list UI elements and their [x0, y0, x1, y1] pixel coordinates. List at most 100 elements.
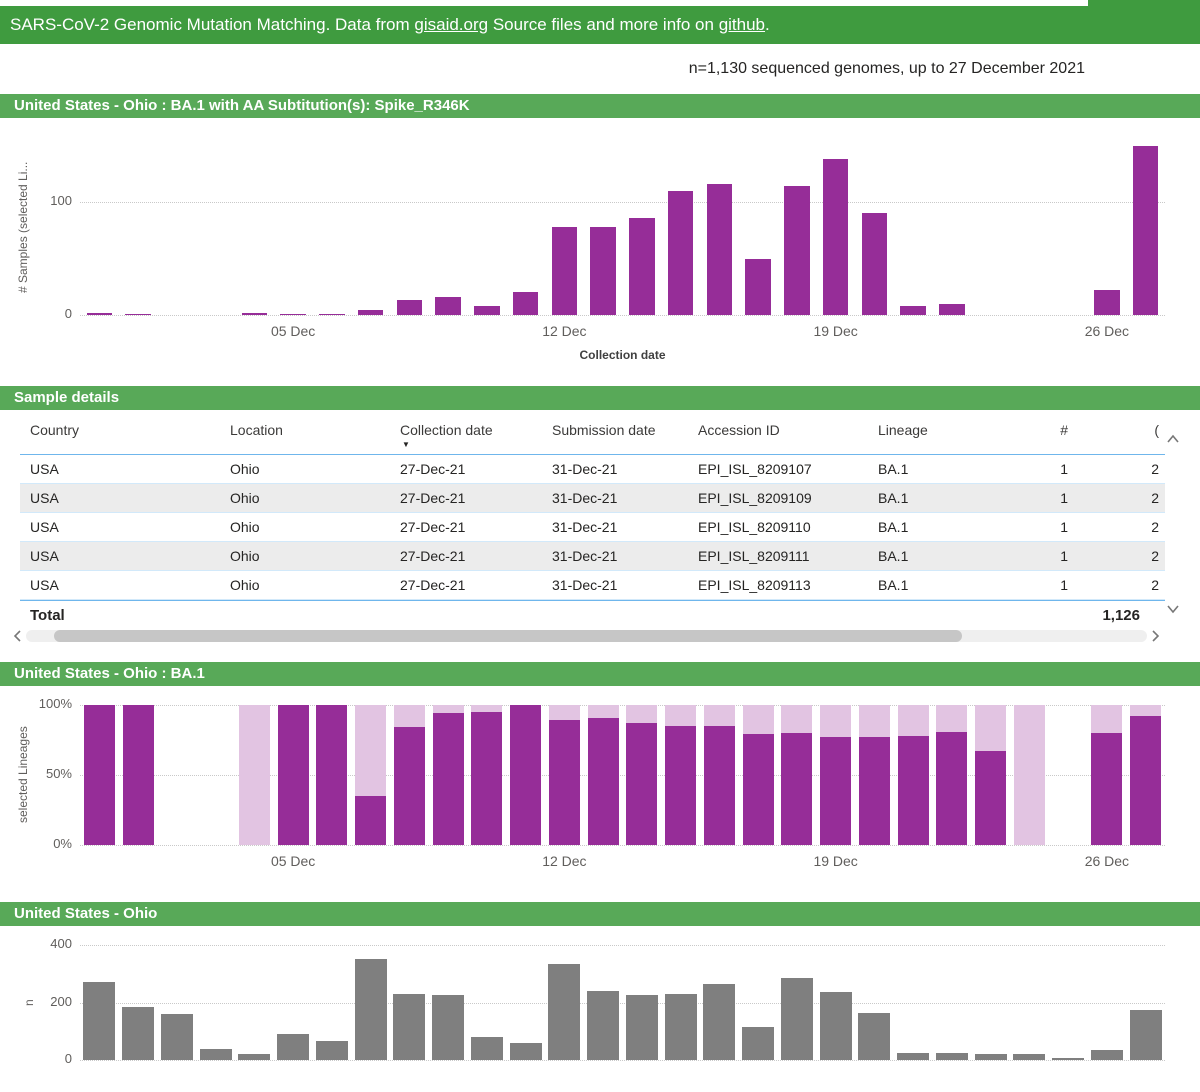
- bar[interactable]: [160, 1014, 193, 1060]
- bar[interactable]: [974, 1054, 1007, 1060]
- bar[interactable]: [897, 1052, 929, 1060]
- bar-other[interactable]: [858, 705, 890, 738]
- bar[interactable]: [1094, 290, 1120, 315]
- bar[interactable]: [745, 258, 771, 315]
- table-row[interactable]: USA Ohio 27-Dec-21 31-Dec-21 EPI_ISL_8209113…: [20, 571, 1165, 600]
- bar[interactable]: [548, 963, 581, 1060]
- bar-selected[interactable]: [587, 717, 619, 845]
- column-header-collection-date[interactable]: Collection date ▼: [400, 418, 552, 454]
- column-header-location[interactable]: Location: [230, 418, 400, 454]
- bar[interactable]: [319, 313, 345, 315]
- bar-selected[interactable]: [316, 705, 348, 845]
- bar[interactable]: [939, 303, 965, 315]
- bar[interactable]: [590, 226, 616, 315]
- bar[interactable]: [83, 982, 116, 1060]
- bar-other[interactable]: [703, 705, 735, 726]
- bar-other[interactable]: [1013, 705, 1045, 845]
- bar-other[interactable]: [626, 705, 658, 724]
- bar-other[interactable]: [897, 705, 929, 736]
- column-header-country[interactable]: Country: [30, 418, 230, 454]
- column-header-lineage[interactable]: Lineage: [878, 418, 1000, 454]
- bar[interactable]: [625, 995, 658, 1060]
- bar[interactable]: [199, 1048, 232, 1060]
- bar[interactable]: [1013, 1054, 1046, 1060]
- bar[interactable]: [509, 1042, 542, 1060]
- bar-other[interactable]: [238, 705, 270, 845]
- scroll-right-icon[interactable]: [1147, 629, 1165, 643]
- bar-other[interactable]: [355, 705, 387, 796]
- bar-selected[interactable]: [510, 705, 542, 845]
- bar-selected[interactable]: [471, 712, 503, 845]
- bar[interactable]: [861, 213, 888, 315]
- bar[interactable]: [664, 993, 697, 1060]
- bar-other[interactable]: [820, 705, 852, 738]
- bar[interactable]: [86, 312, 113, 315]
- bar-selected[interactable]: [742, 734, 774, 845]
- bar-other[interactable]: [587, 705, 619, 718]
- bar[interactable]: [470, 1037, 503, 1060]
- bar-selected[interactable]: [703, 726, 735, 845]
- bar-other[interactable]: [393, 705, 425, 728]
- column-header-col[interactable]: (: [1068, 418, 1165, 454]
- bar[interactable]: [125, 313, 151, 315]
- github-link[interactable]: github: [719, 15, 765, 35]
- bar-other[interactable]: [781, 705, 813, 733]
- bar-selected[interactable]: [355, 796, 387, 845]
- bar[interactable]: [512, 292, 539, 315]
- scroll-up-icon[interactable]: [1166, 432, 1184, 446]
- bar-other[interactable]: [1130, 705, 1162, 717]
- column-header-submission-date[interactable]: Submission date: [552, 418, 698, 454]
- bar-selected[interactable]: [1130, 716, 1162, 845]
- bar[interactable]: [238, 1054, 271, 1060]
- column-header-col[interactable]: #: [1000, 418, 1068, 454]
- bar-other[interactable]: [936, 705, 968, 732]
- bar[interactable]: [900, 305, 926, 315]
- bar-selected[interactable]: [432, 713, 464, 845]
- scroll-down-icon[interactable]: [1166, 602, 1184, 616]
- gisaid-link[interactable]: gisaid.org: [414, 15, 488, 35]
- bar[interactable]: [435, 296, 461, 315]
- bar[interactable]: [858, 1012, 891, 1060]
- bar[interactable]: [1132, 145, 1159, 315]
- bar[interactable]: [393, 993, 426, 1060]
- bar-selected[interactable]: [626, 723, 658, 845]
- bar[interactable]: [241, 312, 268, 315]
- column-header-accession-id[interactable]: Accession ID: [698, 418, 878, 454]
- bar-other[interactable]: [975, 705, 1007, 752]
- bar[interactable]: [629, 217, 655, 315]
- bar-selected[interactable]: [936, 731, 968, 845]
- bar-selected[interactable]: [975, 751, 1007, 845]
- table-row[interactable]: USA Ohio 27-Dec-21 31-Dec-21 EPI_ISL_8209110…: [20, 513, 1165, 542]
- bar[interactable]: [432, 995, 464, 1060]
- table-row[interactable]: USA Ohio 27-Dec-21 31-Dec-21 EPI_ISL_8209111…: [20, 542, 1165, 571]
- bar[interactable]: [551, 226, 578, 315]
- bar[interactable]: [277, 1034, 309, 1060]
- bar-selected[interactable]: [858, 737, 890, 845]
- bar-other[interactable]: [471, 705, 503, 712]
- bar-other[interactable]: [665, 705, 697, 726]
- bar[interactable]: [587, 991, 619, 1060]
- bar[interactable]: [1129, 1009, 1162, 1060]
- table-row[interactable]: USA Ohio 27-Dec-21 31-Dec-21 EPI_ISL_8209109…: [20, 484, 1165, 513]
- bar-selected[interactable]: [83, 705, 115, 845]
- bar-selected[interactable]: [665, 726, 697, 845]
- bar-other[interactable]: [432, 705, 464, 714]
- bar-selected[interactable]: [897, 735, 929, 845]
- bar-other[interactable]: [742, 705, 774, 735]
- bar-selected[interactable]: [548, 720, 580, 845]
- bar[interactable]: [1090, 1049, 1123, 1060]
- bar[interactable]: [822, 159, 849, 315]
- bar[interactable]: [706, 184, 733, 315]
- scroll-left-icon[interactable]: [8, 629, 26, 643]
- bar[interactable]: [122, 1006, 154, 1060]
- bar-selected[interactable]: [122, 705, 154, 845]
- table-row[interactable]: USA Ohio 27-Dec-21 31-Dec-21 EPI_ISL_8209107…: [20, 455, 1165, 484]
- bar-other[interactable]: [1091, 705, 1123, 733]
- bar-other[interactable]: [548, 705, 580, 721]
- bar[interactable]: [784, 186, 810, 315]
- bar[interactable]: [357, 310, 384, 315]
- bar[interactable]: [396, 300, 423, 315]
- bar-selected[interactable]: [393, 727, 425, 845]
- bar[interactable]: [780, 978, 813, 1060]
- bar-selected[interactable]: [1091, 733, 1123, 845]
